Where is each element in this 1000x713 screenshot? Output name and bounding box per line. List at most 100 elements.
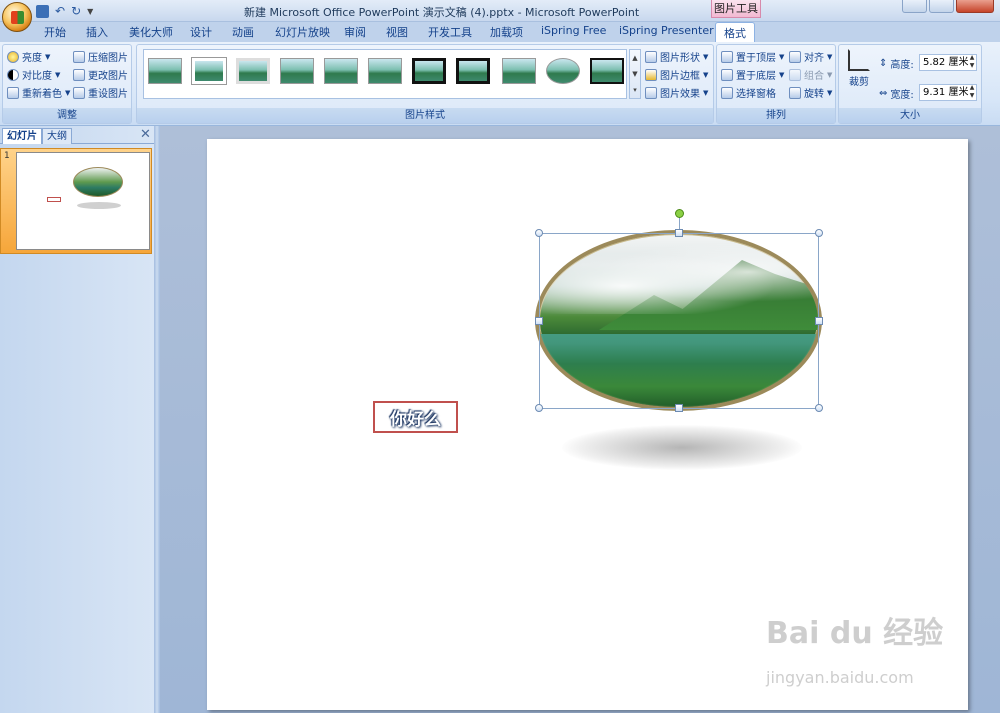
tab-outline[interactable]: 大纲: [42, 128, 72, 144]
tab-animation[interactable]: 动画: [232, 24, 254, 40]
resize-handle-w[interactable]: [535, 317, 543, 325]
resize-handle-sw[interactable]: [535, 404, 543, 412]
group-arrange: 置于顶层 ▼ 置于底层 ▼ 选择窗格 对齐 ▼ 组合 ▼ 旋转 ▼ 排列: [716, 44, 836, 124]
save-icon[interactable]: [36, 4, 49, 18]
height-spinner[interactable]: ▲ ▼: [967, 54, 977, 71]
undo-icon[interactable]: ↶: [55, 4, 65, 18]
resize-handle-n[interactable]: [675, 229, 683, 237]
tab-design[interactable]: 设计: [190, 24, 212, 40]
tab-insert[interactable]: 插入: [86, 24, 108, 40]
tab-format[interactable]: 格式: [715, 22, 755, 42]
tab-ispring-presenter[interactable]: iSpring Presenter: [619, 24, 714, 37]
style-thumbnail[interactable]: [368, 58, 402, 84]
slide-textbox[interactable]: 你好么: [373, 401, 458, 433]
brightness-icon: [7, 50, 19, 63]
resize-handle-s[interactable]: [675, 404, 683, 412]
picture-effects-icon: [645, 86, 657, 99]
send-to-back-button[interactable]: 置于底层 ▼: [721, 67, 784, 82]
close-button[interactable]: [956, 0, 994, 13]
group-label-arrange: 排列: [717, 108, 835, 123]
tab-beautify-master[interactable]: 美化大师: [129, 24, 173, 40]
tab-slides[interactable]: 幻灯片: [2, 128, 42, 144]
close-pane-icon[interactable]: ✕: [140, 127, 151, 142]
picture-border-button[interactable]: 图片边框 ▼: [645, 67, 708, 82]
change-picture-icon: [73, 68, 85, 81]
recolor-icon: [7, 86, 19, 99]
minimize-button[interactable]: [902, 0, 927, 13]
recolor-button[interactable]: 重新着色 ▼: [7, 85, 70, 100]
resize-handle-ne[interactable]: [815, 229, 823, 237]
style-thumbnail[interactable]: [280, 58, 314, 84]
picture-shape-button[interactable]: 图片形状 ▼: [645, 49, 708, 64]
bring-to-front-icon: [721, 50, 733, 63]
bring-to-front-button[interactable]: 置于顶层 ▼: [721, 49, 784, 64]
slide-thumbnail-selected[interactable]: 1: [0, 148, 152, 254]
change-picture-button[interactable]: 更改图片: [73, 67, 128, 82]
picture-shape-icon: [645, 50, 657, 63]
ribbon-tabs: 开始 插入 美化大师 设计 动画 幻灯片放映 审阅 视图 开发工具 加载项 iS…: [0, 22, 1000, 42]
picture-shadow: [562, 425, 802, 470]
crop-button[interactable]: 裁剪: [845, 47, 873, 91]
watermark-url: jingyan.baidu.com: [766, 668, 914, 687]
resize-handle-nw[interactable]: [535, 229, 543, 237]
style-thumbnail[interactable]: [502, 58, 536, 84]
tab-review[interactable]: 审阅: [344, 24, 366, 40]
tab-ispring-free[interactable]: iSpring Free: [541, 24, 606, 37]
slide-number: 1: [4, 151, 10, 161]
contrast-icon: [7, 68, 19, 81]
tab-addins[interactable]: 加载项: [490, 24, 523, 40]
tab-view[interactable]: 视图: [386, 24, 408, 40]
redo-icon[interactable]: ↻: [71, 4, 81, 18]
height-icon: ⇕: [879, 58, 888, 69]
picture-styles-gallery: [143, 49, 627, 99]
title-bar: ↶ ↻ ▼ 新建 Microsoft Office PowerPoint 演示文…: [0, 0, 1000, 22]
crop-icon: [848, 49, 870, 71]
contrast-button[interactable]: 对比度 ▼: [7, 67, 60, 82]
brightness-button[interactable]: 亮度 ▼: [7, 49, 50, 64]
selection-frame: [539, 233, 819, 409]
align-button[interactable]: 对齐 ▼: [789, 49, 832, 64]
rotate-button[interactable]: 旋转 ▼: [789, 85, 832, 100]
window-title: 新建 Microsoft Office PowerPoint 演示文稿 (4).…: [244, 6, 640, 19]
width-spinner[interactable]: ▲ ▼: [967, 84, 977, 101]
customize-qat-icon[interactable]: ▼: [87, 7, 93, 16]
tab-slideshow[interactable]: 幻灯片放映: [275, 24, 330, 40]
rotation-handle[interactable]: [675, 209, 684, 218]
selection-pane-button[interactable]: 选择窗格: [721, 85, 776, 100]
style-thumbnail[interactable]: [324, 58, 358, 84]
slide-thumbnail[interactable]: [16, 152, 150, 250]
office-button[interactable]: [2, 2, 32, 32]
style-thumbnail[interactable]: [191, 57, 227, 85]
picture-effects-button[interactable]: 图片效果 ▼: [645, 85, 708, 100]
tab-home[interactable]: 开始: [44, 24, 66, 40]
group-label-adjust: 调整: [3, 108, 131, 123]
window-controls: [902, 0, 994, 13]
compress-pictures-button[interactable]: 压缩图片: [73, 49, 128, 64]
group-label-picture-styles: 图片样式: [137, 108, 713, 123]
reset-picture-button[interactable]: 重设图片: [73, 85, 128, 100]
align-icon: [789, 50, 801, 63]
style-thumbnail[interactable]: [456, 58, 490, 84]
group-adjust: 亮度 ▼ 对比度 ▼ 重新着色 ▼ 压缩图片 更改图片 重设图片 调整: [2, 44, 132, 124]
thumbnail-picture: [73, 167, 123, 197]
thumbnail-textbox: [47, 197, 61, 202]
quick-access-toolbar: ↶ ↻ ▼: [36, 2, 93, 20]
compress-icon: [73, 50, 85, 63]
tab-developer[interactable]: 开发工具: [428, 24, 472, 40]
style-thumbnail[interactable]: [412, 58, 446, 84]
send-to-back-icon: [721, 68, 733, 81]
style-thumbnail[interactable]: [590, 58, 624, 84]
ribbon: 亮度 ▼ 对比度 ▼ 重新着色 ▼ 压缩图片 更改图片 重设图片 调整 ▲ ▼ ▾ 图片形…: [0, 42, 1000, 126]
style-thumbnail[interactable]: [148, 58, 182, 84]
maximize-button[interactable]: [929, 0, 954, 13]
style-thumbnail[interactable]: [546, 58, 580, 84]
height-label: ⇕ 高度:: [879, 58, 914, 71]
picture-tools-context-label: 图片工具: [711, 0, 761, 18]
group-objects-button[interactable]: 组合 ▼: [789, 67, 832, 82]
gallery-scroll[interactable]: ▲ ▼ ▾: [629, 49, 641, 99]
resize-handle-e[interactable]: [815, 317, 823, 325]
group-icon: [789, 68, 801, 81]
office-logo-icon: [11, 11, 24, 24]
resize-handle-se[interactable]: [815, 404, 823, 412]
style-thumbnail[interactable]: [236, 58, 270, 84]
